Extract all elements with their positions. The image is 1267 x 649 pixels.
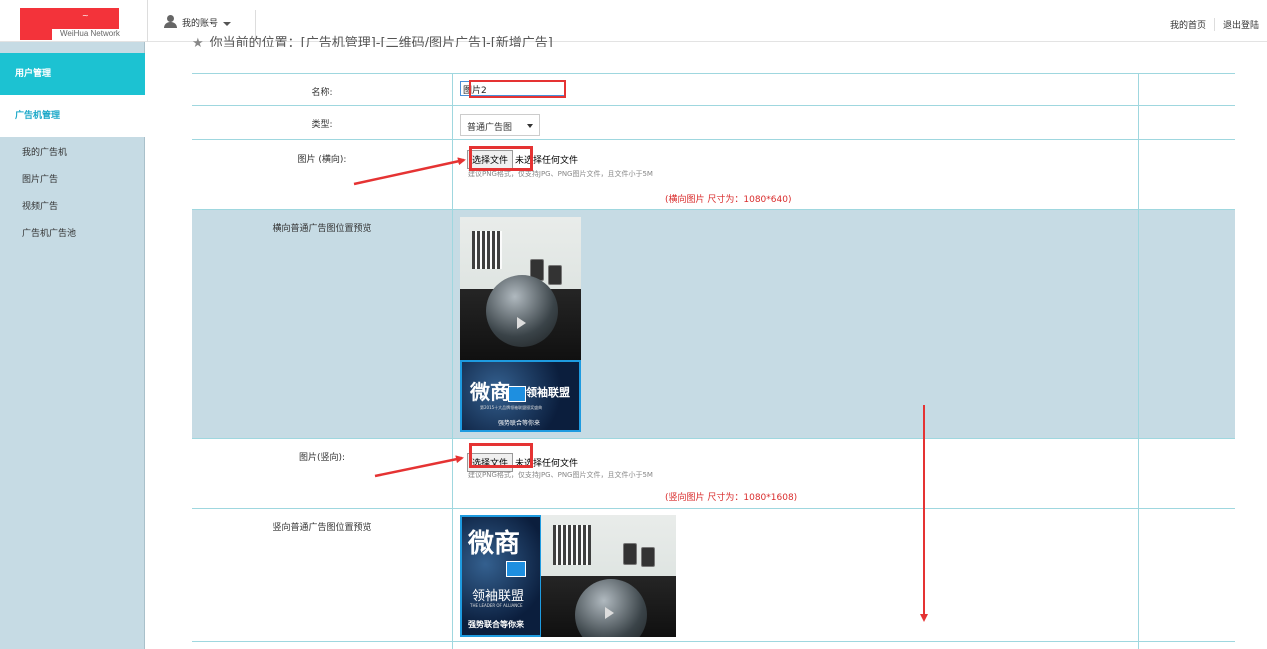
- divider: [452, 509, 453, 642]
- form-row-name: 名称: 图片2: [192, 73, 1235, 106]
- divider: [452, 210, 453, 439]
- divider: [452, 642, 453, 649]
- phone-graphic: [641, 547, 655, 567]
- divider: [1138, 106, 1139, 140]
- image-horizontal-label: 图片 (横向):: [297, 155, 347, 165]
- logo-red-block: [20, 8, 119, 29]
- banner-en-text: THE LEADER OF ALLIANCE: [470, 603, 523, 608]
- banner-title-short: 微商: [470, 380, 510, 404]
- annotation-highlight-file-vertical: [469, 443, 533, 468]
- form-row-image-vertical: 图片(竖向): 选择文件 未选择任何文件 建议PNG格式，仅支持JPG、PNG图…: [192, 438, 1235, 509]
- form-row-preview-horizontal: 横向普通广告图位置预览 微商 领袖联盟 第2015十大品牌领袖联盟颁奖盛典 强势…: [192, 209, 1235, 439]
- divider: [1138, 74, 1139, 106]
- divider: [1138, 210, 1139, 439]
- planet-graphic: [486, 275, 558, 347]
- file-hint: 建议PNG格式，仅支持JPG、PNG图片文件，且文件小于5M: [468, 170, 653, 178]
- divider: [1138, 439, 1139, 509]
- banner-small-text: 第2015十大品牌领袖联盟颁奖盛典: [480, 405, 543, 410]
- top-right-links: 我的首页 退出登陆: [1162, 18, 1267, 31]
- divider: [1138, 140, 1139, 210]
- preview-image-qr-poster: [460, 217, 581, 361]
- logo-red-block-small: [20, 29, 52, 40]
- account-menu[interactable]: 我的账号: [163, 15, 232, 29]
- sidebar-item-video-ads[interactable]: 视频广告: [22, 199, 58, 212]
- divider: [147, 0, 148, 42]
- home-link[interactable]: 我的首页: [1162, 18, 1214, 31]
- sidebar-section-ad-machine[interactable]: 广告机管理: [0, 95, 145, 137]
- star-icon: ★: [192, 36, 204, 47]
- divider: [452, 74, 453, 106]
- banner-title-rest: 领袖联盟: [472, 589, 525, 604]
- annotation-highlight-name: [469, 80, 566, 98]
- image-vertical-label: 图片(竖向):: [298, 453, 346, 463]
- preview-vertical-label: 竖向普通广告图位置预览: [272, 523, 372, 533]
- top-bar: ~ WeiHua Network 我的账号 我的首页 退出登陆: [0, 0, 1267, 42]
- qr-code: [472, 231, 502, 269]
- divider: [452, 106, 453, 140]
- form-row-next: [192, 641, 1235, 649]
- logo[interactable]: ~ WeiHua Network: [20, 8, 120, 40]
- preview-image-qr-poster-vertical: [541, 515, 676, 637]
- type-label: 类型:: [311, 120, 333, 130]
- banner-subtitle: 强势联合等你来: [468, 620, 524, 629]
- banner-subtitle: 强势联合等你来: [498, 420, 541, 427]
- logo-text: WeiHua Network: [60, 29, 120, 38]
- banner-title-rest: 领袖联盟: [526, 386, 570, 399]
- divider: [452, 140, 453, 210]
- play-icon: [517, 317, 526, 329]
- divider: [1138, 642, 1139, 649]
- account-label: 我的账号: [182, 18, 219, 29]
- preview-horizontal-label: 横向普通广告图位置预览: [272, 224, 372, 234]
- size-note-vertical: (竖向图片 尺寸为：1080*1608): [665, 493, 798, 503]
- name-label: 名称:: [311, 88, 333, 98]
- breadcrumb: ★ 你当前的位置：[广告机管理]-[二维码/图片广告]-[新增广告]: [192, 33, 553, 47]
- form-row-image-horizontal: 图片 (横向): 选择文件 未选择任何文件 建议PNG格式，仅支持JPG、PNG…: [192, 139, 1235, 210]
- chevron-down-icon: [223, 21, 232, 26]
- type-select-value: 普通广告图: [467, 123, 513, 133]
- logo-mark: ~: [82, 11, 89, 20]
- form-row-preview-vertical: 竖向普通广告图位置预览 微商 领袖联盟 THE LEADER OF ALLIAN…: [192, 508, 1235, 642]
- sidebar: 用户管理 广告机管理 我的广告机 图片广告 视频广告 广告机广告池: [0, 42, 145, 649]
- chevron-down-icon: [527, 124, 533, 128]
- banner-title-short: 微商: [468, 529, 521, 559]
- divider: [1138, 509, 1139, 642]
- preview-image-banner-vertical: 微商 领袖联盟 THE LEADER OF ALLIANCE 强势联合等你来: [460, 515, 542, 637]
- sidebar-section-user[interactable]: 用户管理: [0, 53, 145, 95]
- type-select[interactable]: 普通广告图: [460, 114, 540, 136]
- image-icon: [508, 386, 526, 402]
- annotation-highlight-file-horizontal: [469, 146, 533, 171]
- phone-graphic: [548, 265, 562, 285]
- phone-graphic: [623, 543, 637, 565]
- user-icon: [163, 15, 179, 29]
- file-hint: 建议PNG格式，仅支持JPG、PNG图片文件，且文件小于5M: [468, 471, 653, 479]
- divider: [452, 439, 453, 509]
- sidebar-item-ad-pool[interactable]: 广告机广告池: [22, 226, 76, 239]
- qr-code: [553, 525, 591, 565]
- image-icon: [506, 561, 526, 577]
- sidebar-item-image-ads[interactable]: 图片广告: [22, 172, 58, 185]
- breadcrumb-text: 你当前的位置：[广告机管理]-[二维码/图片广告]-[新增广告]: [209, 36, 553, 47]
- play-icon: [605, 607, 614, 619]
- sidebar-item-my-ad-machine[interactable]: 我的广告机: [22, 145, 67, 158]
- logout-link[interactable]: 退出登陆: [1213, 18, 1267, 31]
- preview-image-banner: 微商 领袖联盟 第2015十大品牌领袖联盟颁奖盛典 强势联合等你来: [460, 360, 581, 432]
- size-note-horizontal: (横向图片 尺寸为：1080*640): [665, 195, 792, 205]
- form-row-type: 类型: 普通广告图: [192, 105, 1235, 140]
